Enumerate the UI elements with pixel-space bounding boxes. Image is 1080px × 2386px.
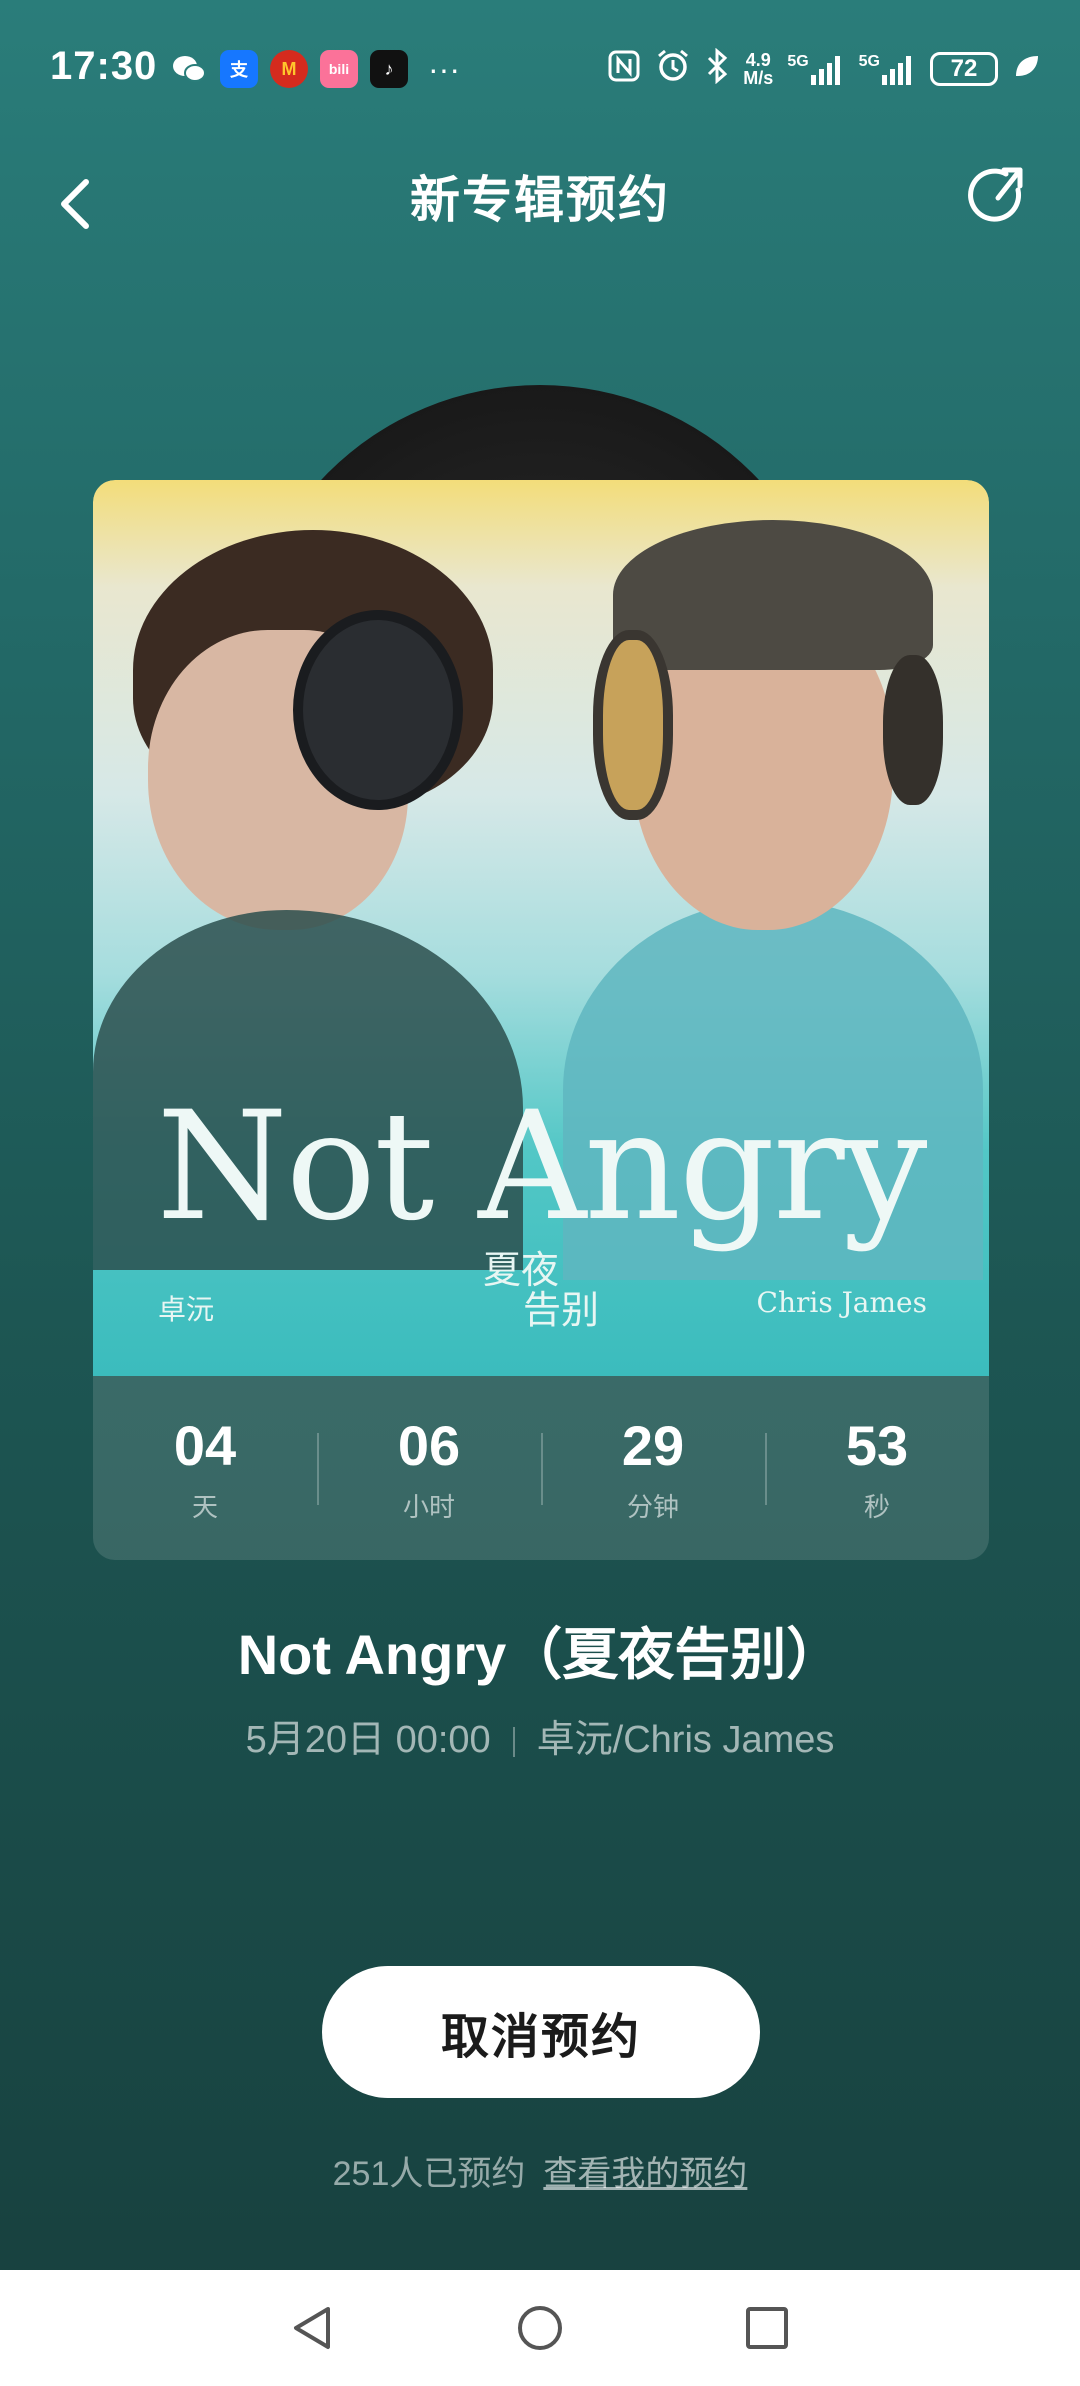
- countdown-unit: 分钟: [626, 1491, 679, 1522]
- back-nav-icon[interactable]: [273, 2288, 353, 2368]
- more-notifications-icon: ···: [428, 50, 460, 87]
- countdown-value: 53: [845, 1413, 909, 1477]
- bilibili-icon: bili: [320, 50, 358, 88]
- album-meta: 5月20日 00:00 卓沅/Chris James: [0, 1708, 1080, 1763]
- artist-right-cap: [613, 520, 933, 670]
- signal-5g-2: 5G: [859, 53, 916, 85]
- wechat-icon: [170, 50, 208, 88]
- album-card: Not Angry 夏夜 告别 卓沅 Chris James 04 天 06 小…: [93, 480, 989, 1560]
- top-bar: 新专辑预约: [0, 140, 1080, 240]
- countdown-unit: 秒: [863, 1491, 890, 1522]
- cover-title: Not Angry: [156, 1080, 928, 1254]
- home-nav-icon[interactable]: [500, 2288, 580, 2368]
- countdown-seconds: 53 秒: [765, 1413, 989, 1524]
- meta-divider: [512, 1726, 515, 1757]
- view-my-reservations-link[interactable]: 查看我的预约: [543, 2155, 747, 2193]
- album-artists: 卓沅/Chris James: [536, 1719, 835, 1761]
- mcdonalds-icon: M: [270, 50, 308, 88]
- share-icon: [968, 167, 1023, 222]
- countdown-minutes: 29 分钟: [541, 1413, 765, 1524]
- nfc-icon: [607, 49, 641, 89]
- status-bar: 17:30 支 M bili ♪ ··· 4.9 M/s 5G 5G 72: [0, 0, 1080, 136]
- reservation-footer: 251人已预约 查看我的预约: [0, 2146, 1080, 2195]
- signal-5g-1: 5G: [787, 53, 844, 85]
- alarm-icon: [655, 48, 691, 90]
- leaf-icon: [1012, 52, 1040, 86]
- release-date: 5月20日 00:00: [245, 1719, 491, 1761]
- tiktok-icon: ♪: [370, 50, 408, 88]
- recents-nav-icon[interactable]: [727, 2288, 807, 2368]
- cover-artist-right: Chris James: [756, 1286, 927, 1319]
- countdown-timer: 04 天 06 小时 29 分钟 53 秒: [93, 1376, 989, 1560]
- countdown-unit: 小时: [402, 1491, 455, 1522]
- headphones-right-back: [883, 655, 943, 805]
- share-button[interactable]: [960, 156, 1040, 236]
- notification-icons: 支 M bili ♪ ···: [170, 50, 460, 88]
- album-name: Not Angry（夏夜告别）: [237, 1623, 843, 1686]
- headphones-right-icon: [593, 630, 673, 820]
- countdown-unit: 天: [191, 1491, 218, 1522]
- countdown-hours: 06 小时: [317, 1413, 541, 1524]
- battery-indicator: 72: [930, 52, 998, 86]
- headphones-left-icon: [293, 610, 463, 810]
- countdown-value: 29: [621, 1413, 685, 1477]
- cover-subtitle: 夏夜 告别: [483, 1250, 599, 1330]
- countdown-value: 04: [173, 1413, 237, 1477]
- status-time: 17:30: [50, 44, 158, 88]
- system-nav-bar: [0, 2270, 1080, 2386]
- reserved-count: 251人已预约: [332, 2155, 526, 2193]
- cover-subtitle-line1: 夏夜: [483, 1248, 560, 1292]
- system-status: 4.9 M/s 5G 5G 72: [607, 47, 1040, 90]
- cover-artist-left: 卓沅: [158, 1294, 215, 1325]
- alipay-icon: 支: [220, 50, 258, 88]
- cover-subtitle-line2: 告别: [523, 1288, 600, 1332]
- countdown-value: 06: [397, 1413, 461, 1477]
- page-title: 新专辑预约: [410, 172, 670, 228]
- cancel-reservation-button[interactable]: 取消预约: [322, 1966, 760, 2098]
- album-cover: Not Angry 夏夜 告别 卓沅 Chris James: [93, 480, 989, 1376]
- bluetooth-icon: [705, 47, 729, 90]
- net-speed: 4.9 M/s: [743, 50, 774, 88]
- countdown-days: 04 天: [93, 1413, 317, 1524]
